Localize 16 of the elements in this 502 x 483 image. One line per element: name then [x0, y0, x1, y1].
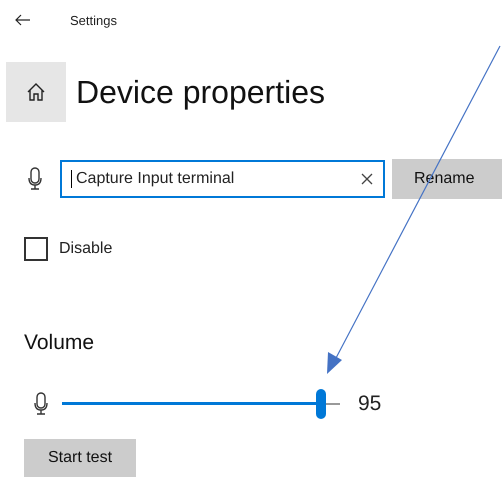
device-name-field[interactable]: Capture Input terminal — [60, 160, 385, 198]
slider-thumb[interactable] — [316, 389, 326, 419]
page-title: Device properties — [76, 74, 325, 110]
back-icon[interactable] — [15, 14, 31, 26]
volume-reading: 95 — [358, 392, 382, 416]
clear-icon[interactable] — [361, 173, 373, 185]
window-title: Settings — [70, 12, 117, 28]
disable-label: Disable — [59, 240, 112, 258]
home-icon — [26, 82, 46, 102]
volume-heading: Volume — [24, 331, 96, 355]
microphone-icon — [34, 392, 48, 416]
disable-checkbox[interactable] — [24, 237, 48, 261]
volume-slider[interactable] — [62, 389, 340, 419]
start-test-button[interactable]: Start test — [24, 439, 136, 477]
home-button[interactable] — [6, 62, 66, 122]
microphone-icon — [28, 167, 42, 191]
